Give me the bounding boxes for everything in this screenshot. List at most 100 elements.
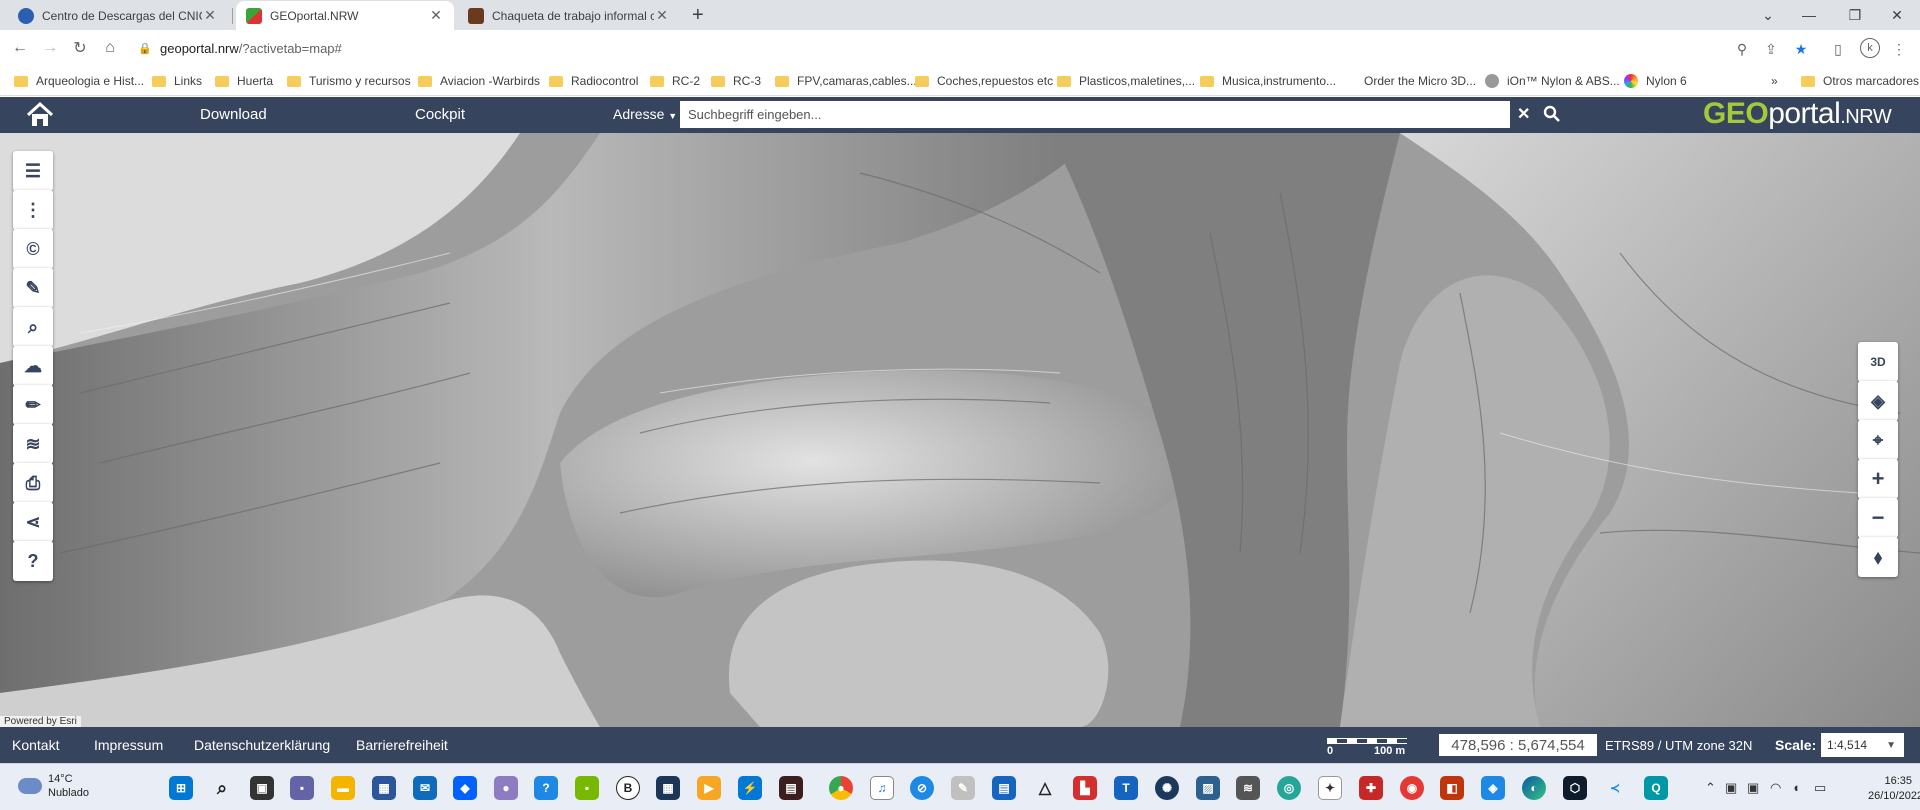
- close-window-button[interactable]: ✕: [1874, 0, 1920, 30]
- dropbox-app-icon[interactable]: ◈: [1481, 776, 1505, 800]
- bookmark-folder[interactable]: Turismo y recursos: [287, 72, 411, 90]
- weather-widget[interactable]: 14°C Nublado: [18, 772, 89, 800]
- close-tab-icon[interactable]: ✕: [654, 7, 670, 24]
- tray-overflow-icon[interactable]: ⌃: [1705, 780, 1716, 796]
- bookmark-folder[interactable]: Aviacion -Warbirds: [418, 72, 540, 90]
- tab-search-icon[interactable]: ⌄: [1745, 0, 1791, 30]
- privacy-link[interactable]: Datenschutzerklärung: [194, 737, 330, 753]
- bookmark-link[interactable]: Order the Micro 3D...: [1364, 72, 1476, 90]
- bookmark-folder[interactable]: Musica,instrumento...: [1200, 72, 1336, 90]
- bookmark-folder[interactable]: Radiocontrol: [549, 72, 638, 90]
- map-canvas[interactable]: ☰ ⋮ © ✎ ⌕ ☁ ✏ ≋ ⎙ ⋖ ? 3D ◈ ⌖ + − ⬧ Power…: [0, 133, 1920, 727]
- tool-app-icon[interactable]: ✦: [1318, 776, 1342, 800]
- lock-icon[interactable]: 🔒: [138, 42, 154, 55]
- accessibility-link[interactable]: Barrierefreiheit: [356, 737, 448, 753]
- close-tab-icon[interactable]: ✕: [202, 7, 218, 24]
- bookmark-folder[interactable]: Huerta: [215, 72, 273, 90]
- bookmark-folder[interactable]: Links: [152, 72, 202, 90]
- layer-settings-icon[interactable]: ≋: [13, 424, 53, 464]
- copyright-icon[interactable]: ©: [13, 229, 53, 269]
- t-app-icon[interactable]: T: [1114, 776, 1138, 800]
- forward-icon[interactable]: →: [38, 36, 62, 60]
- tray-app-icon[interactable]: ▣: [1725, 780, 1737, 796]
- tray-app-icon[interactable]: ▣: [1747, 780, 1759, 796]
- volume-icon[interactable]: ◖: [1792, 780, 1800, 795]
- clear-search-icon[interactable]: ✕: [1517, 104, 1530, 124]
- app-icon[interactable]: ●: [494, 776, 518, 800]
- vpn-icon[interactable]: ⊘: [910, 776, 934, 800]
- zoom-out-icon[interactable]: −: [1858, 498, 1898, 538]
- scale-dropdown[interactable]: 1:4,514 ▼: [1821, 733, 1904, 757]
- clock[interactable]: 16:35 26/10/2022: [1868, 774, 1920, 804]
- search-icon[interactable]: ⌕: [210, 776, 234, 800]
- browser-tab-cnig[interactable]: Centro de Descargas del CNIG (I ✕: [8, 1, 228, 30]
- search-document-icon[interactable]: ⌕: [13, 307, 53, 347]
- back-icon[interactable]: ←: [8, 36, 32, 60]
- film-app-icon[interactable]: ▤: [779, 776, 803, 800]
- search-input[interactable]: [680, 101, 1510, 128]
- impressum-link[interactable]: Impressum: [94, 737, 163, 753]
- gear-app-icon[interactable]: ✺: [1155, 776, 1179, 800]
- qt-app-icon[interactable]: Q: [1644, 776, 1668, 800]
- power-automate-icon[interactable]: ⚡: [738, 776, 762, 800]
- help-app-icon[interactable]: ?: [534, 776, 558, 800]
- 3d-view-icon[interactable]: 3D: [1858, 342, 1898, 382]
- location-icon[interactable]: ⚲: [1731, 38, 1753, 60]
- search-icon[interactable]: [1543, 105, 1561, 123]
- help-icon[interactable]: ?: [13, 541, 53, 581]
- pdf-icon[interactable]: ▙: [1073, 776, 1097, 800]
- browser-tab-shop[interactable]: Chaqueta de trabajo informal cá ✕: [458, 1, 680, 30]
- tiles-app-icon[interactable]: ▦: [656, 776, 680, 800]
- chrome-icon[interactable]: ●: [829, 776, 853, 800]
- paint-icon[interactable]: ✎: [951, 776, 975, 800]
- share-page-icon[interactable]: ⇪: [1760, 38, 1782, 60]
- download-nav-link[interactable]: Download: [200, 106, 267, 123]
- recorder-icon[interactable]: ◉: [1400, 776, 1424, 800]
- minimize-button[interactable]: —: [1786, 0, 1832, 30]
- start-icon[interactable]: ⊞: [169, 776, 193, 800]
- tools-wrench-icon[interactable]: ✎: [13, 268, 53, 308]
- bookmark-link[interactable]: iOn™ Nylon & ABS...: [1485, 72, 1620, 90]
- code-app-icon[interactable]: ≺: [1603, 776, 1627, 800]
- task-view-icon[interactable]: ▣: [250, 776, 274, 800]
- network-app-icon[interactable]: ≋: [1236, 776, 1260, 800]
- cad-app-icon[interactable]: ✚: [1359, 776, 1383, 800]
- home-icon[interactable]: ⌂: [98, 36, 122, 60]
- kontakt-link[interactable]: Kontakt: [12, 737, 59, 753]
- music-icon[interactable]: ♫: [870, 776, 894, 800]
- other-bookmarks-folder[interactable]: Otros marcadores: [1801, 72, 1919, 90]
- home-icon[interactable]: [26, 102, 54, 128]
- browser-tab-geoportal[interactable]: GEOportal.NRW ✕: [236, 1, 454, 30]
- nvidia-icon[interactable]: ▪: [575, 776, 599, 800]
- notes-icon[interactable]: ▤: [992, 776, 1016, 800]
- bookmark-star-icon[interactable]: ★: [1790, 38, 1812, 60]
- print-icon[interactable]: ⎙: [13, 463, 53, 503]
- reload-icon[interactable]: ↻: [68, 36, 92, 60]
- new-tab-button[interactable]: +: [692, 4, 704, 27]
- side-panel-icon[interactable]: ▯: [1827, 38, 1849, 60]
- layer-list-icon[interactable]: ☰: [13, 151, 53, 191]
- office-icon[interactable]: ◧: [1440, 776, 1464, 800]
- dropbox-icon[interactable]: ◆: [453, 776, 477, 800]
- browser-menu-icon[interactable]: ⋮: [1888, 38, 1910, 60]
- battery-icon[interactable]: ▭: [1814, 780, 1826, 796]
- close-tab-icon[interactable]: ✕: [428, 7, 444, 24]
- more-menu-icon[interactable]: ⋮: [13, 190, 53, 230]
- store-icon[interactable]: ▦: [372, 776, 396, 800]
- file-explorer-icon[interactable]: ▬: [331, 776, 355, 800]
- search-type-dropdown[interactable]: Adresse ▼: [613, 106, 677, 122]
- draw-pencil-icon[interactable]: ✏: [13, 385, 53, 425]
- address-bar[interactable]: 🔒 geoportal.nrw/?activetab=map#: [134, 35, 1856, 61]
- share-icon[interactable]: ⋖: [13, 502, 53, 542]
- bookmarks-overflow-button[interactable]: »: [1771, 72, 1778, 90]
- hex-app-icon[interactable]: ⬡: [1563, 776, 1587, 800]
- media-icon[interactable]: ▶: [697, 776, 721, 800]
- download-cloud-icon[interactable]: ☁: [13, 346, 53, 386]
- teams-chat-icon[interactable]: ▪: [290, 776, 314, 800]
- triangle-app-icon[interactable]: △: [1033, 776, 1057, 800]
- wifi-icon[interactable]: ◠: [1770, 780, 1781, 796]
- compass-icon[interactable]: ⬧: [1858, 537, 1898, 577]
- mail-icon[interactable]: ✉: [413, 776, 437, 800]
- profile-avatar[interactable]: k: [1860, 38, 1880, 58]
- restore-button[interactable]: ❐: [1832, 0, 1878, 30]
